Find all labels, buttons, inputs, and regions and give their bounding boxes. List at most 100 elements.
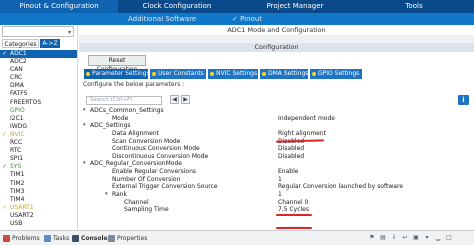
parameter-row[interactable]: Mode Independent mode — [82, 115, 474, 123]
peripheral-item[interactable]: TIM1 — [0, 171, 77, 179]
parameter-row[interactable]: Enable Regular Conversions Enable — [82, 168, 474, 176]
parameter-value[interactable]: Channel 0 — [278, 199, 308, 207]
annotation-underline — [276, 214, 312, 216]
tab-parameter-settings[interactable]: Parameter Settings — [84, 69, 150, 79]
parameter-row[interactable]: External Trigger Conversion Source Regula… — [82, 183, 474, 191]
maximize-icon[interactable]: □ — [445, 234, 453, 242]
search-prev-icon[interactable]: ◀ — [170, 95, 179, 104]
pin-icon[interactable]: ⚑ — [368, 234, 376, 242]
problems-icon — [3, 235, 10, 242]
dropdown-caret-icon[interactable]: ▾ — [68, 29, 71, 36]
peripheral-item[interactable]: FREERTOS — [0, 99, 77, 107]
parameter-name: Enable Regular Conversions — [112, 168, 197, 176]
parameter-row[interactable]: Data Alignment Right alignment — [82, 130, 474, 138]
expand-toggle-icon[interactable]: ▾ — [83, 122, 86, 130]
reset-configuration-button[interactable]: Reset Configuration — [88, 55, 146, 73]
peripheral-item[interactable]: IWDG — [0, 123, 77, 131]
peripheral-item[interactable]: TIM3 — [0, 188, 77, 196]
tab-categories[interactable]: Categories — [2, 39, 39, 48]
peripheral-item[interactable]: CRC — [0, 74, 77, 82]
tab-nvic-settings[interactable]: NVIC Settings — [208, 69, 258, 79]
parameter-name: External Trigger Conversion Source — [112, 183, 218, 191]
peripheral-item[interactable]: ✓ SYS — [0, 163, 77, 171]
pinout-menu[interactable]: ✓ Pinout — [232, 13, 262, 25]
parameter-name: Channel — [124, 198, 149, 206]
peripheral-label: RTC — [10, 147, 22, 155]
expand-toggle-icon[interactable]: ▾ — [105, 191, 108, 199]
search-next-icon[interactable]: ▶ — [181, 95, 190, 104]
peripheral-item[interactable]: CAN — [0, 66, 77, 74]
peripheral-panel: ▾ Categories A->Z ✓ ADC1 ADC2 CAN CRC DMA FATF… — [0, 25, 78, 245]
tab-tools[interactable]: Tools — [354, 0, 474, 13]
peripheral-item[interactable]: I2C1 — [0, 115, 77, 123]
additional-software-menu[interactable]: Additional Software — [128, 13, 196, 25]
checkmark-icon: ✓ — [2, 203, 8, 211]
tab-project-manager[interactable]: Project Manager — [236, 0, 354, 13]
peripheral-item[interactable]: FATFS — [0, 90, 77, 98]
tab-tasks[interactable]: Tasks — [44, 234, 69, 243]
expand-toggle-icon[interactable]: ▾ — [83, 160, 86, 168]
parameter-name: Sampling Time — [124, 206, 169, 214]
parameter-value[interactable]: Right alignment — [278, 130, 326, 138]
peripheral-label: FREERTOS — [10, 98, 42, 106]
parameter-name: Number Of Conversion — [112, 175, 181, 183]
tab-pinout-configuration[interactable]: Pinout & Configuration — [0, 0, 118, 13]
info-icon[interactable]: i — [458, 95, 469, 105]
peripheral-label: RCC — [10, 139, 23, 147]
parameter-value[interactable]: 1 — [278, 176, 282, 184]
tab-clock-configuration[interactable]: Clock Configuration — [118, 0, 236, 13]
parameter-row[interactable]: Sampling Time 7.5 Cycles — [82, 206, 474, 214]
peripheral-label: I2C1 — [10, 114, 24, 122]
parameter-value[interactable]: Disabled — [278, 145, 304, 153]
parameter-value[interactable]: 1 — [278, 191, 282, 199]
minimize-icon[interactable]: ▁ — [434, 234, 442, 242]
peripheral-search-input[interactable]: ▾ — [2, 26, 74, 37]
open-console-icon[interactable]: ▾ — [423, 234, 431, 242]
peripheral-item[interactable]: SPI1 — [0, 155, 77, 163]
tab-problems[interactable]: Problems — [3, 234, 40, 243]
configure-label: Configure the below parameters : — [83, 81, 185, 88]
peripheral-item[interactable]: ✓ ADC1 — [0, 50, 77, 59]
parameter-value[interactable]: 7.5 Cycles — [278, 206, 309, 214]
parameter-row[interactable]: Discontinuous Conversion Mode Disabled — [82, 153, 474, 161]
display-icon[interactable]: ▣ — [412, 234, 420, 242]
peripheral-item[interactable]: DMA — [0, 82, 77, 90]
peripheral-item[interactable]: ✓ NVIC — [0, 131, 77, 139]
parameter-name: Scan Conversion Mode — [112, 137, 181, 145]
parameter-row[interactable]: ▾ ADCs_Common_Settings — [82, 107, 474, 115]
parameter-row[interactable]: Number Of Conversion 1 — [82, 176, 474, 184]
parameter-row[interactable]: Continuous Conversion Mode Disabled — [82, 145, 474, 153]
peripheral-item[interactable]: RCC — [0, 139, 77, 147]
parameter-row[interactable]: ▾ ADC_Settings — [82, 122, 474, 130]
tab-gpio-settings[interactable]: GPIO Settings — [310, 69, 362, 79]
peripheral-item[interactable]: TIM2 — [0, 180, 77, 188]
tab-dma-settings[interactable]: DMA Settings — [260, 69, 308, 79]
parameter-value[interactable]: Regular Conversion launched by software — [278, 183, 403, 191]
parameter-value[interactable]: Independent mode — [278, 115, 335, 123]
tab-a-to-z[interactable]: A->Z — [40, 39, 60, 48]
peripheral-item[interactable]: TIM4 — [0, 196, 77, 204]
parameter-value[interactable]: Enable — [278, 168, 298, 176]
tab-label: Problems — [12, 235, 40, 242]
clear-icon[interactable]: ▤ — [379, 234, 387, 242]
parameter-search-input[interactable]: Search (Ctrl+F) — [86, 96, 162, 105]
parameter-row[interactable]: ▾ Rank 1 — [82, 191, 474, 199]
parameter-tree: ▾ ADCs_Common_Settings Mode Independent mod… — [82, 107, 474, 214]
parameter-value[interactable]: Disabled — [278, 153, 304, 161]
peripheral-item[interactable]: USART2 — [0, 212, 77, 220]
tab-user-constants[interactable]: User Constants — [150, 69, 206, 79]
peripheral-item[interactable]: ADC2 — [0, 58, 77, 66]
parameter-name: Data Alignment — [112, 129, 159, 137]
peripheral-item[interactable]: USB — [0, 220, 77, 228]
annotation-underline — [276, 227, 312, 229]
tab-properties[interactable]: Properties — [108, 234, 147, 243]
parameter-row[interactable]: ▾ ADC_Regular_ConversionMode — [82, 160, 474, 168]
expand-toggle-icon[interactable]: ▾ — [83, 107, 86, 115]
tab-console[interactable]: Console — [72, 234, 108, 243]
peripheral-item[interactable]: GPIO — [0, 107, 77, 115]
parameter-row[interactable]: Channel Channel 0 — [82, 199, 474, 207]
scroll-lock-icon[interactable]: ⇩ — [390, 234, 398, 242]
word-wrap-icon[interactable]: ↩ — [401, 234, 409, 242]
peripheral-item[interactable]: RTC — [0, 147, 77, 155]
peripheral-item[interactable]: ✓ USART1 — [0, 204, 77, 212]
